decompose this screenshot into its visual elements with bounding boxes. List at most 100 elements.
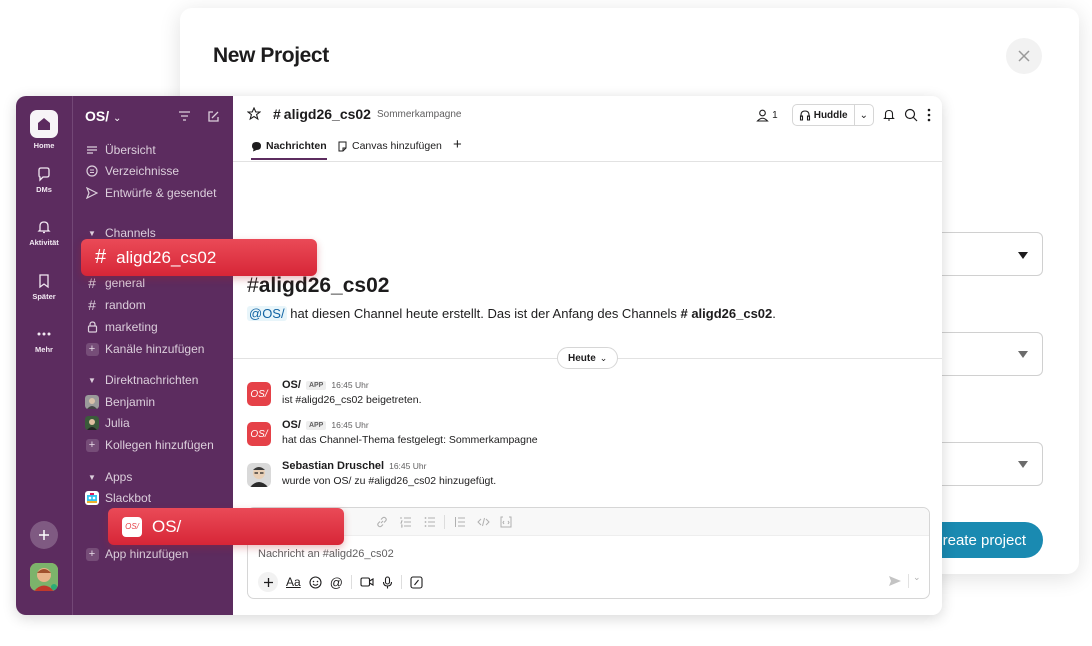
tag-label: aligd26_cs02: [116, 247, 217, 267]
format-toggle-button[interactable]: Aa: [286, 575, 301, 589]
more-dots-icon: [16, 326, 72, 342]
sidebar-item-overview[interactable]: Übersicht: [85, 140, 156, 160]
rail-activity[interactable]: Aktivität: [16, 219, 72, 247]
link-icon[interactable]: [376, 516, 388, 528]
close-button[interactable]: [1006, 38, 1042, 74]
send-icon[interactable]: [888, 575, 902, 587]
search-icon[interactable]: [904, 108, 918, 122]
add-channels-label: Kanäle hinzufügen: [105, 342, 205, 356]
bell-icon: [16, 219, 72, 235]
message-author[interactable]: Sebastian Druschel: [282, 460, 384, 472]
rail-dms[interactable]: DMs: [16, 166, 72, 194]
code-block-icon[interactable]: [500, 516, 512, 528]
video-icon[interactable]: [360, 576, 374, 588]
channel-topic: Sommerkampagne: [376, 108, 462, 120]
add-colleagues-label: Kollegen hinzufügen: [105, 438, 214, 452]
sidebar-app-slackbot[interactable]: Slackbot: [85, 488, 151, 508]
add-app-button[interactable]: + App hinzufügen: [85, 544, 188, 564]
avatar: [85, 395, 99, 409]
bullet-list-icon[interactable]: [424, 516, 436, 528]
user-mention[interactable]: @OS/: [247, 306, 287, 321]
channel-label: random: [105, 298, 146, 312]
sidebar-channel-general[interactable]: # general: [85, 273, 145, 293]
ordered-list-icon[interactable]: [400, 516, 412, 528]
sidebar-item-drafts[interactable]: Entwürfe & gesendet: [85, 183, 216, 203]
sidebar-channel-random[interactable]: # random: [85, 295, 146, 315]
app-badge: APP: [305, 380, 327, 390]
message-timestamp[interactable]: 16:45 Uhr: [331, 420, 368, 430]
member-count: 1: [772, 109, 778, 121]
message-text: hat das Channel-Thema festgelegt: Sommer…: [282, 434, 538, 446]
section-label: Direktnachrichten: [105, 373, 199, 387]
tab-messages[interactable]: Nachrichten: [251, 140, 327, 160]
message-timestamp[interactable]: 16:45 Uhr: [389, 461, 426, 471]
message-row[interactable]: OS/ OS/ APP 16:45 Uhr hat das Channel-Th…: [247, 419, 927, 455]
blockquote-icon[interactable]: [454, 516, 466, 528]
dm-section-header[interactable]: ▼ Direktnachrichten: [85, 370, 198, 390]
date-label: Heute: [568, 352, 596, 364]
sidebar-dm-julia[interactable]: Julia: [85, 413, 130, 433]
modal-title: New Project: [213, 44, 329, 67]
message-input[interactable]: Nachricht an #aligd26_cs02: [258, 548, 394, 560]
tab-canvas[interactable]: Canvas hinzufügen: [337, 140, 442, 152]
send-icon: [85, 187, 99, 199]
attach-button[interactable]: [258, 572, 278, 592]
message-author[interactable]: OS/: [282, 419, 301, 431]
channel-name: aligd26_cs02: [283, 106, 371, 122]
rail-label-dms: DMs: [36, 185, 52, 194]
compose-icon[interactable]: [207, 110, 220, 123]
caret-down-icon: [1018, 351, 1028, 358]
channel-tabs: Nachrichten Canvas hinzufügen +: [233, 134, 942, 162]
formatting-toolbar: [248, 508, 929, 536]
message-row[interactable]: OS/ OS/ APP 16:45 Uhr ist #aligd26_cs02 …: [247, 379, 927, 415]
code-icon[interactable]: [477, 516, 490, 528]
members-button[interactable]: 1: [750, 104, 784, 126]
sidebar-item-directories[interactable]: Verzeichnisse: [85, 161, 179, 181]
directory-icon: [85, 165, 99, 177]
rail-home[interactable]: Home: [16, 110, 72, 150]
plus-icon: +: [85, 547, 99, 561]
person-icon: [756, 109, 769, 122]
sidebar-item-label: Übersicht: [105, 143, 156, 157]
emoji-icon[interactable]: [309, 575, 322, 589]
message-row[interactable]: Sebastian Druschel 16:45 Uhr wurde von O…: [247, 460, 927, 496]
apps-section-header[interactable]: ▼ Apps: [85, 467, 132, 487]
filter-icon[interactable]: [178, 110, 191, 122]
rail-later[interactable]: Später: [16, 273, 72, 301]
sidebar-channel-marketing[interactable]: marketing: [85, 317, 158, 337]
stage: New Project Create project Home DMs Akti…: [0, 0, 1092, 646]
shortcut-icon[interactable]: [410, 575, 423, 589]
message-author[interactable]: OS/: [282, 379, 301, 391]
rail-label-activity: Aktivität: [29, 238, 59, 247]
sidebar-dm-benjamin[interactable]: Benjamin: [85, 392, 155, 412]
rail-label-home: Home: [33, 141, 55, 150]
workspace-switcher[interactable]: OS/ ⌄: [85, 108, 121, 124]
add-channels-button[interactable]: + Kanäle hinzufügen: [85, 339, 204, 359]
slackbot-icon: [85, 491, 99, 505]
huddle-button[interactable]: Huddle ⌄: [791, 104, 874, 126]
toolbar-divider: [400, 575, 402, 589]
sidebar-item-label: Verzeichnisse: [105, 164, 180, 178]
lines-icon: [85, 145, 99, 155]
add-tab-button[interactable]: +: [453, 136, 462, 153]
microphone-icon[interactable]: [382, 575, 393, 589]
chevron-down-icon[interactable]: ⌄: [853, 105, 873, 125]
caret-down-icon: [1018, 252, 1028, 259]
message-text: wurde von OS/ zu #aligd26_cs02 hinzugefü…: [282, 475, 497, 487]
mention-icon[interactable]: @: [330, 575, 343, 590]
channel-title[interactable]: # aligd26_cs02 Sommerkampagne: [273, 106, 461, 122]
message-timestamp[interactable]: 16:45 Uhr: [331, 380, 368, 390]
user-avatar[interactable]: [30, 563, 58, 591]
date-jump-button[interactable]: Heute ⌄: [557, 347, 619, 369]
channel-highlight-tag: # aligd26_cs02: [81, 239, 317, 276]
star-icon[interactable]: [247, 107, 261, 121]
channel-reference[interactable]: # aligd26_cs02: [680, 306, 772, 321]
channel-heading-text: aligd26_cs02: [258, 274, 390, 297]
rail-more[interactable]: Mehr: [16, 326, 72, 354]
add-colleagues-button[interactable]: + Kollegen hinzufügen: [85, 435, 214, 455]
add-workspace-button[interactable]: [30, 521, 58, 549]
bell-icon[interactable]: [882, 108, 896, 122]
channel-label: marketing: [105, 320, 158, 334]
chevron-down-icon[interactable]: ⌄: [913, 572, 921, 583]
kebab-menu-icon[interactable]: [926, 108, 932, 122]
